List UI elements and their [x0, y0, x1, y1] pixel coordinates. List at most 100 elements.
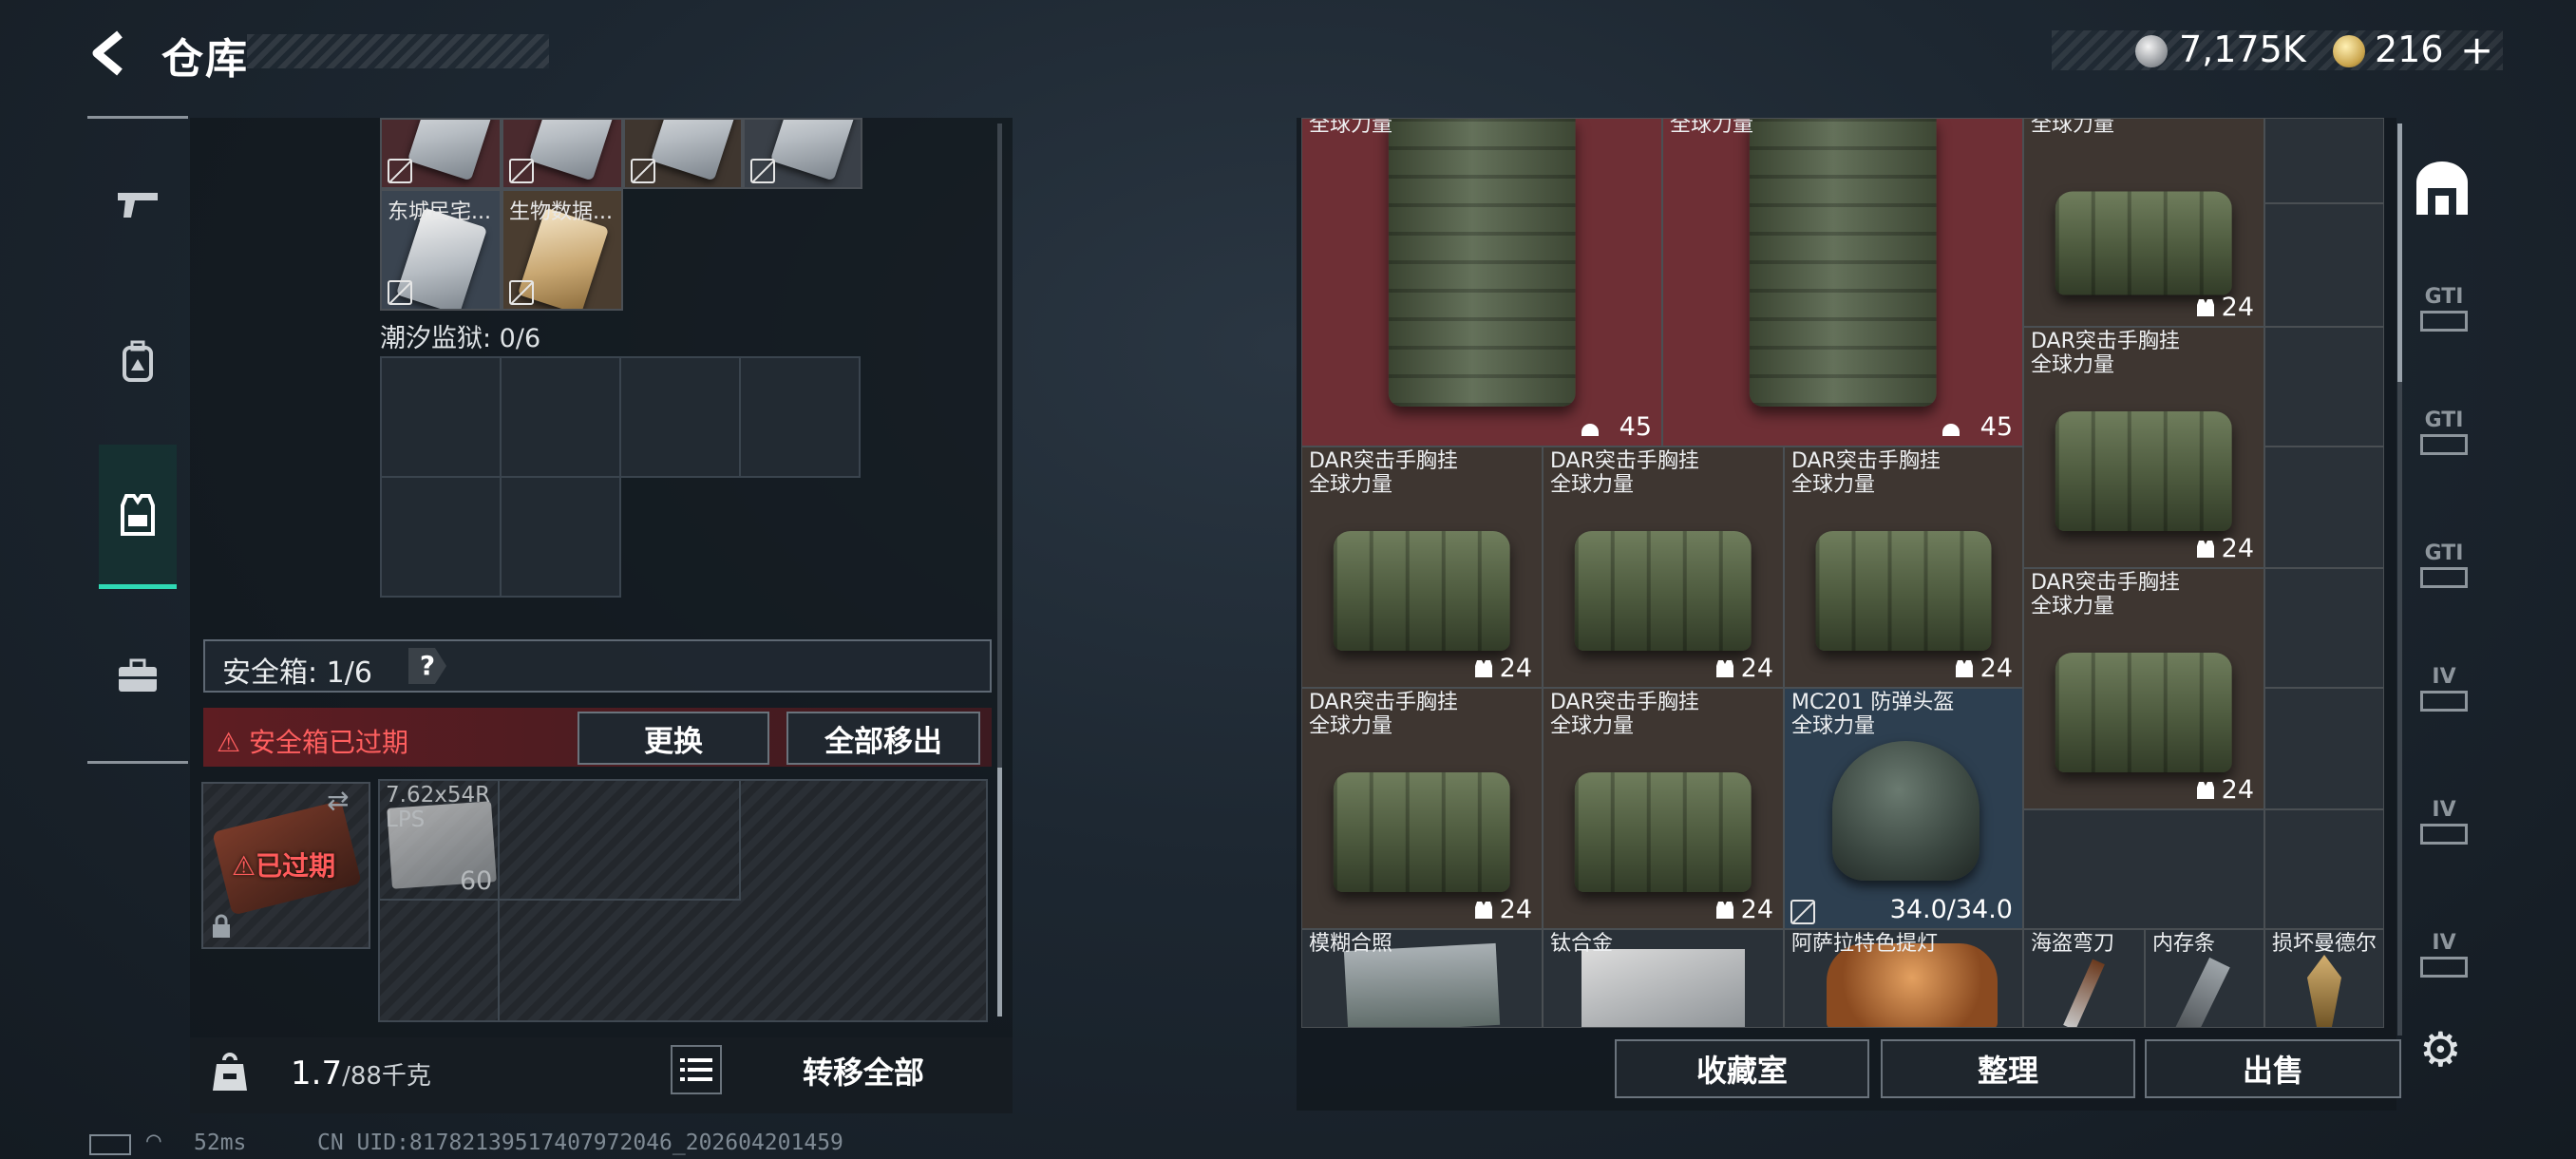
- left-scrollbar-thumb[interactable]: [997, 768, 1002, 1016]
- item-pirate-sabre[interactable]: 海盗弯刀: [2023, 929, 2145, 1028]
- item-slot[interactable]: [502, 118, 623, 189]
- item-durability: 24: [1499, 654, 1532, 683]
- tab-collection[interactable]: [2413, 158, 2472, 218]
- item-chest-rig[interactable]: DAR突击手胸挂 全球力量 24: [1784, 446, 2023, 688]
- item-helmet[interactable]: MC201 防弹头盔 全球力量 34.0/34.0: [1784, 688, 2023, 929]
- empty-slot[interactable]: [2264, 688, 2384, 809]
- no-lose-icon: [631, 159, 655, 183]
- nav-vest[interactable]: [99, 445, 177, 589]
- chest-rig-image: [1333, 531, 1511, 652]
- item-slot[interactable]: [623, 118, 743, 189]
- gold-currency-value: 216: [2375, 28, 2444, 70]
- tab-gti-2[interactable]: GTI: [2411, 408, 2477, 466]
- item-durability: 24: [1979, 654, 2013, 683]
- item-leg-rig[interactable]: 全球力量 45: [1662, 118, 2023, 446]
- nav-weapons[interactable]: [99, 152, 177, 256]
- mandel-image: [2307, 955, 2341, 1027]
- empty-slot[interactable]: [2264, 203, 2384, 327]
- right-scrollbar-thumb[interactable]: [2397, 124, 2402, 382]
- empty-slot[interactable]: [2264, 446, 2384, 568]
- silver-coin-icon: [2135, 35, 2168, 67]
- item-titanium[interactable]: 钛合金: [1543, 929, 1784, 1028]
- sort-button[interactable]: 整理: [1881, 1039, 2135, 1098]
- item-lantern[interactable]: 阿萨拉特色提灯: [1784, 929, 2023, 1028]
- empty-slot[interactable]: [380, 356, 502, 478]
- helmet-icon: [1941, 417, 1961, 438]
- uid-text: CN UID:8178213951740797​2046_20260420145…: [317, 1130, 843, 1155]
- briefcase-icon: [119, 658, 157, 692]
- tab-iv-2[interactable]: IV: [2411, 798, 2477, 855]
- item-blurry-photo[interactable]: 模糊合照: [1301, 929, 1543, 1028]
- item-name: 钛合金: [1550, 932, 1614, 956]
- replace-button[interactable]: 更换: [578, 712, 769, 765]
- nav-backpack[interactable]: [99, 310, 177, 414]
- item-name: 全球力量: [2031, 118, 2115, 137]
- empty-slot[interactable]: [619, 356, 741, 478]
- tab-iv-1[interactable]: IV: [2411, 665, 2477, 722]
- item-chest-rig[interactable]: DAR突击手胸挂 全球力量 24: [1301, 688, 1543, 929]
- lock-icon: [211, 914, 232, 939]
- item-durability: 24: [2221, 534, 2254, 563]
- empty-slot[interactable]: [380, 476, 502, 598]
- chest-rig-image: [2055, 653, 2233, 773]
- keycard-slot-dongcheng[interactable]: 东城民宅...: [380, 189, 502, 311]
- empty-slot[interactable]: [500, 476, 621, 598]
- page-title: 仓库: [161, 35, 249, 84]
- item-name: DAR突击手胸挂 全球力量: [1309, 691, 1458, 738]
- transfer-all-button[interactable]: 转移全部: [735, 1043, 992, 1098]
- chest-rig-image: [1815, 531, 1992, 652]
- empty-slot[interactable]: [500, 356, 621, 478]
- item-broken-mandel[interactable]: 损坏曼德尔: [2264, 929, 2384, 1028]
- move-all-out-button[interactable]: 全部移出: [786, 712, 980, 765]
- item-chest-rig[interactable]: DAR突击手胸挂 全球力量 24: [1543, 446, 1784, 688]
- tab-gti-1[interactable]: GTI: [2411, 285, 2477, 342]
- expired-label: ⚠已过期: [232, 850, 336, 882]
- item-name: DAR突击手胸挂 全球力量: [1550, 449, 1699, 497]
- tab-iv-3[interactable]: IV: [2411, 931, 2477, 988]
- item-chest-rig[interactable]: DAR突击手胸挂 全球力量 24: [1543, 688, 1784, 929]
- back-button[interactable]: [87, 28, 133, 78]
- item-chest-rig[interactable]: DAR突击手胸挂 全球力量 24: [2023, 568, 2264, 809]
- tab-gti-3[interactable]: GTI: [2411, 542, 2477, 598]
- empty-slot[interactable]: [2264, 327, 2384, 446]
- item-name: 损坏曼德尔: [2272, 932, 2377, 956]
- empty-slot[interactable]: [2264, 809, 2384, 929]
- warning-icon: ⚠: [217, 727, 250, 758]
- add-currency-button[interactable]: +: [2460, 27, 2493, 73]
- nav-case[interactable]: [99, 623, 177, 728]
- no-lose-icon: [509, 280, 534, 305]
- empty-slot[interactable]: [2023, 809, 2264, 929]
- item-slot[interactable]: [743, 118, 862, 189]
- empty-slot[interactable]: [739, 356, 861, 478]
- vest-icon: [1473, 658, 1494, 679]
- item-name: MC201 防弹头盔 全球力量: [1791, 691, 1955, 738]
- empty-slot[interactable]: [2264, 118, 2384, 203]
- memory-stick-image: [2175, 957, 2230, 1027]
- ammo-name: 7.62x54R: [386, 783, 491, 808]
- weight-max: /88千克: [342, 1062, 431, 1091]
- item-name: 海盗弯刀: [2031, 932, 2115, 956]
- collection-room-button[interactable]: 收藏室: [1615, 1039, 1869, 1098]
- item-chest-rig[interactable]: DAR突击手胸挂 全球力量 24: [2023, 327, 2264, 568]
- item-name: 生物数据...: [509, 200, 613, 224]
- empty-slot[interactable]: [2264, 568, 2384, 688]
- keycard-image: [528, 120, 621, 181]
- item-chest-rig[interactable]: DAR突击手胸挂 全球力量 24: [1301, 446, 1543, 688]
- sell-button[interactable]: 出售: [2145, 1039, 2401, 1098]
- item-chest-rig[interactable]: 全球力量 24: [2023, 118, 2264, 327]
- keycard-image: [769, 120, 861, 181]
- item-memory-stick[interactable]: 内存条: [2145, 929, 2264, 1028]
- leg-rig-image: [1749, 119, 1937, 407]
- chest-rig-image: [1574, 772, 1752, 893]
- keycard-slot-biodata[interactable]: 生物数据...: [502, 189, 623, 311]
- chevron-left-icon: [92, 30, 123, 76]
- item-name: 内存条: [2152, 932, 2216, 956]
- battery-icon: [89, 1134, 131, 1155]
- ammo-slot[interactable]: 7.62x54R LPS: [386, 783, 490, 832]
- list-view-button[interactable]: [671, 1045, 722, 1094]
- settings-gear-icon[interactable]: ⚙: [2419, 1022, 2462, 1077]
- swap-icon[interactable]: ⇄: [327, 785, 349, 816]
- item-slot[interactable]: [380, 118, 502, 189]
- item-durability: 24: [2221, 293, 2254, 322]
- item-leg-rig[interactable]: 全球力量 45: [1301, 118, 1662, 446]
